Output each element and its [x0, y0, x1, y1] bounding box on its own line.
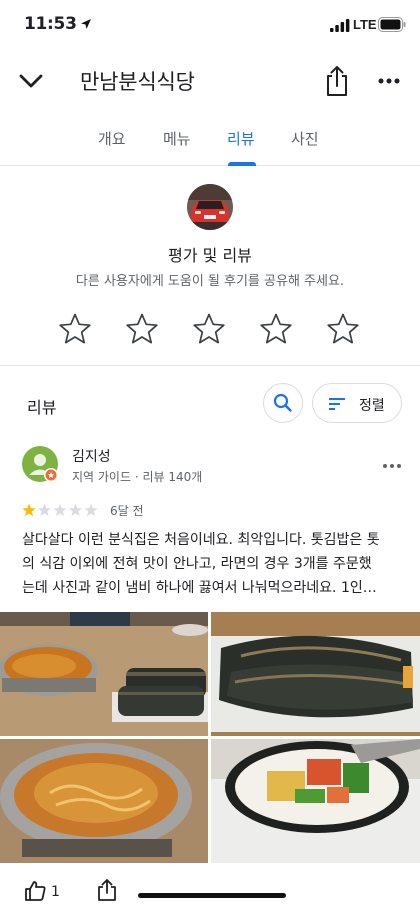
- star-outline-icon[interactable]: [125, 312, 159, 346]
- like-count: 1: [51, 884, 60, 900]
- rate-and-review-section: 평가 및 리뷰 다른 사용자에게 도움이 될 후기를 공유해 주세요.: [0, 166, 420, 366]
- review-text-line: 살다살다 이런 분식집은 처음이네요. 최악입니다. 톳김밥은 톳: [22, 532, 380, 548]
- rate-title: 평가 및 리뷰: [168, 246, 252, 265]
- review-date: 6달 전: [110, 504, 144, 518]
- rate-subtitle: 다른 사용자에게 도움이 될 후기를 공유해 주세요.: [75, 274, 345, 289]
- home-indicator[interactable]: [138, 893, 286, 898]
- page-title: 만남분식식당: [80, 70, 195, 94]
- star-outline-icon[interactable]: [326, 312, 360, 346]
- share-icon[interactable]: [97, 878, 117, 902]
- review-photo[interactable]: [0, 612, 208, 736]
- thumbs-up-icon[interactable]: [24, 880, 46, 902]
- review-photo[interactable]: [0, 739, 208, 863]
- rating-star-row: [0, 312, 420, 348]
- review-text[interactable]: 살다살다 이런 분식집은 처음이네요. 최악입니다. 톳김밥은 톳 의 식감 이…: [22, 528, 402, 600]
- status-time: 11:53: [24, 14, 77, 34]
- share-icon[interactable]: [322, 64, 352, 98]
- app-header: 만남분식식당: [0, 50, 420, 110]
- star-empty-icon: [68, 503, 83, 517]
- review-actions: 1: [0, 870, 420, 908]
- review-item: 김지성 지역 가이드 · 리뷰 140개 6달 전 살다살다 이런 분식집은 처…: [0, 436, 420, 863]
- tab-bar: 개요 메뉴 리뷰 사진: [0, 118, 420, 166]
- star-outline-icon[interactable]: [192, 312, 226, 346]
- reviewer-name[interactable]: 김지성: [72, 446, 111, 466]
- sort-button[interactable]: 정렬: [312, 383, 402, 423]
- review-photo[interactable]: [211, 612, 420, 736]
- battery-icon: [378, 17, 406, 32]
- location-arrow-icon: [81, 19, 91, 29]
- star-outline-icon[interactable]: [259, 312, 293, 346]
- more-horizontal-icon[interactable]: [372, 68, 406, 94]
- review-photo[interactable]: [211, 739, 420, 863]
- review-rating-stars: [22, 503, 98, 517]
- reviews-header: 리뷰 정렬: [0, 366, 420, 436]
- review-text-line: 는데 사진과 같이 냄비 하나에 끓여서 나눠먹으라네요. 1인…: [22, 580, 377, 596]
- more-horizontal-icon[interactable]: [380, 458, 404, 474]
- tab-reviews[interactable]: 리뷰: [227, 128, 255, 166]
- star-empty-icon: [84, 503, 98, 517]
- star-empty-icon: [53, 503, 67, 517]
- review-text-line: 의 식감 이외에 전혀 맛이 안나고, 라면의 경우 3개를 주문했: [22, 556, 372, 572]
- star-filled-icon: [22, 503, 36, 517]
- user-avatar: [187, 184, 233, 230]
- reviewer-avatar[interactable]: [22, 446, 60, 484]
- tab-menu[interactable]: 메뉴: [163, 128, 191, 166]
- network-type: LTE: [353, 17, 377, 32]
- tab-photos[interactable]: 사진: [291, 128, 319, 166]
- sort-label: 정렬: [359, 398, 385, 414]
- signal-icon: [330, 19, 350, 32]
- star-empty-icon: [37, 503, 52, 517]
- sort-icon: [329, 398, 345, 410]
- search-reviews-button[interactable]: [263, 383, 303, 423]
- tab-overview[interactable]: 개요: [98, 128, 126, 166]
- status-bar: 11:53 LTE: [0, 0, 420, 50]
- reviewer-meta: 지역 가이드 · 리뷰 140개: [72, 470, 203, 484]
- search-icon: [273, 393, 292, 412]
- star-outline-icon[interactable]: [58, 312, 92, 346]
- back-chevron-icon[interactable]: [14, 64, 48, 98]
- reviews-label: 리뷰: [27, 398, 57, 417]
